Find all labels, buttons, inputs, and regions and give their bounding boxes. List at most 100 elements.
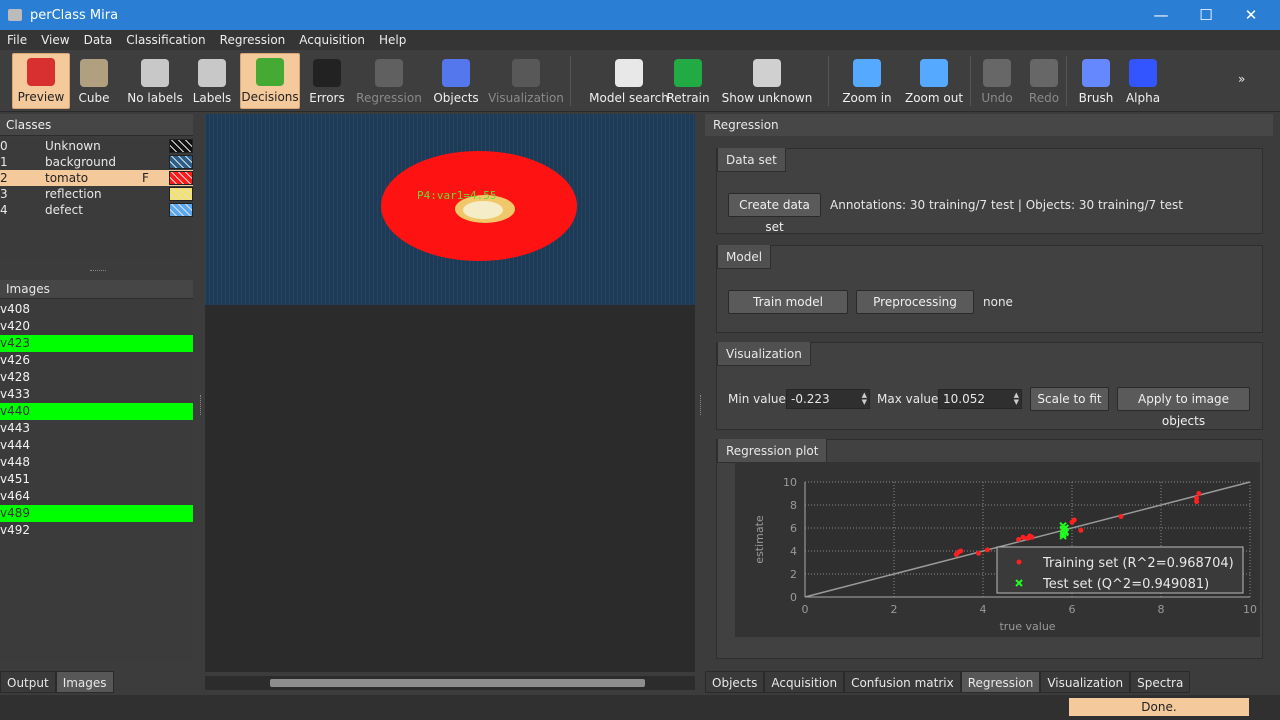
image-list-item[interactable]: v448 <box>0 454 193 471</box>
regression-scatter-chart: 0 2 4 6 8 10 0 2 4 6 8 10 true value estimate Training… <box>753 476 1257 633</box>
class-index: 0 <box>0 139 8 153</box>
menu-classification[interactable]: Classification <box>119 33 212 47</box>
training-set-point <box>1029 534 1035 540</box>
labels-icon <box>198 59 226 87</box>
alpha-tool-button[interactable]: Alpha <box>1122 53 1164 109</box>
y-tick-label: 6 <box>790 522 797 535</box>
training-set-point <box>1118 514 1124 519</box>
class-color-swatch[interactable] <box>169 171 193 185</box>
minimize-button[interactable]: — <box>1138 0 1184 30</box>
image-list-item[interactable]: v426 <box>0 352 193 369</box>
class-row-background[interactable]: 1 background <box>0 154 193 170</box>
min-value-label: Min value <box>728 392 786 406</box>
maximize-button[interactable]: ☐ <box>1183 0 1229 30</box>
max-value-spinbox[interactable]: 10.052 ▲ ▼ <box>938 389 1022 409</box>
regression-tool-button[interactable]: Regression <box>355 53 423 109</box>
tab-acquisition[interactable]: Acquisition <box>764 671 845 693</box>
menu-file[interactable]: File <box>0 33 34 47</box>
y-tick-label: 8 <box>790 499 797 512</box>
class-color-swatch[interactable] <box>169 187 193 201</box>
image-list-item[interactable]: v464 <box>0 488 193 505</box>
menu-acquisition[interactable]: Acquisition <box>292 33 372 47</box>
redo-tool-button[interactable]: Redo <box>1025 53 1063 109</box>
image-list-item[interactable]: v428 <box>0 369 193 386</box>
menu-help[interactable]: Help <box>372 33 413 47</box>
panel-splitter[interactable] <box>90 270 106 273</box>
objects-icon <box>442 59 470 87</box>
preprocessing-button[interactable]: Preprocessing <box>856 290 974 314</box>
tab-spectra[interactable]: Spectra <box>1130 671 1191 693</box>
class-row-tomato[interactable]: 2 tomato F <box>0 170 193 186</box>
errors-tool-button[interactable]: Errors <box>308 53 346 109</box>
class-row-defect[interactable]: 4 defect <box>0 202 193 218</box>
class-color-swatch[interactable] <box>169 203 193 217</box>
y-tick-label: 2 <box>790 568 797 581</box>
status-bar: Done. <box>0 695 1280 720</box>
create-dataset-button[interactable]: Create data set <box>728 193 821 234</box>
brush-tool-button[interactable]: Brush <box>1076 53 1116 109</box>
apply-to-image-objects-button[interactable]: Apply to image objects <box>1117 387 1250 428</box>
decisions-tool-button[interactable]: Decisions <box>240 53 300 109</box>
cube-tool-button[interactable]: Cube <box>76 53 112 109</box>
objects-tool-label: Objects <box>433 91 479 105</box>
scrollbar-thumb[interactable] <box>270 679 645 687</box>
training-set-point <box>1078 527 1084 533</box>
menu-view[interactable]: View <box>34 33 76 47</box>
regression-icon <box>375 59 403 87</box>
menu-data[interactable]: Data <box>77 33 120 47</box>
alpha-icon <box>1129 59 1157 87</box>
zoom-in-tool-button[interactable]: Zoom in <box>842 53 892 109</box>
view-splitter-left[interactable] <box>200 395 203 415</box>
class-color-swatch[interactable] <box>169 139 193 153</box>
min-value-spinbox[interactable]: -0.223 ▲ ▼ <box>786 389 870 409</box>
image-list-item[interactable]: v444 <box>0 437 193 454</box>
image-list-item[interactable]: v420 <box>0 318 193 335</box>
class-row-reflection[interactable]: 3 reflection <box>0 186 193 202</box>
class-name: tomato <box>45 171 89 185</box>
zoom-out-tool-button[interactable]: Zoom out <box>903 53 965 109</box>
redo-tool-label: Redo <box>1028 91 1060 105</box>
train-model-button[interactable]: Train model <box>728 290 848 314</box>
image-view[interactable]: P4:var1=4.55 <box>205 114 695 672</box>
preview-tool-label: Preview <box>17 90 65 104</box>
zoom-in-icon <box>853 59 881 87</box>
tab-output[interactable]: Output <box>0 671 56 693</box>
horizontal-scrollbar[interactable] <box>205 676 695 690</box>
spin-arrows-icon[interactable]: ▲ ▼ <box>862 392 867 406</box>
image-list-item[interactable]: v492 <box>0 522 193 539</box>
x-tick-label: 6 <box>1069 603 1076 616</box>
toolbar-overflow-icon[interactable]: » <box>1238 72 1245 86</box>
regression-plot-area[interactable]: 0 2 4 6 8 10 0 2 4 6 8 10 true value estimate Training… <box>735 462 1260 637</box>
scale-to-fit-button[interactable]: Scale to fit <box>1030 387 1109 411</box>
image-list-item[interactable]: v433 <box>0 386 193 403</box>
image-list-item[interactable]: v423 <box>0 335 193 352</box>
view-splitter-right[interactable] <box>700 395 703 415</box>
preview-tool-button[interactable]: Preview <box>12 53 70 109</box>
tab-regression[interactable]: Regression <box>960 671 1041 693</box>
visualization-tool-button[interactable]: Visualization <box>488 53 564 109</box>
show-unknown-tool-button[interactable]: Show unknown <box>720 53 814 109</box>
image-list-item[interactable]: v408 <box>0 301 193 318</box>
close-button[interactable]: ✕ <box>1228 0 1274 30</box>
class-row-unknown[interactable]: 0 Unknown <box>0 138 193 154</box>
zoom-out-icon <box>920 59 948 87</box>
spin-arrows-icon[interactable]: ▲ ▼ <box>1014 392 1019 406</box>
menu-regression[interactable]: Regression <box>213 33 293 47</box>
class-color-swatch[interactable] <box>169 155 193 169</box>
tab-images[interactable]: Images <box>55 671 114 693</box>
objects-tool-button[interactable]: Objects <box>432 53 480 109</box>
model-search-tool-button[interactable]: Model search <box>578 53 680 109</box>
image-list-item[interactable]: v489 <box>0 505 193 522</box>
tab-objects[interactable]: Objects <box>705 671 765 693</box>
image-list-item[interactable]: v451 <box>0 471 193 488</box>
hyperspectral-image[interactable]: P4:var1=4.55 <box>205 114 695 305</box>
image-list-item[interactable]: v440 <box>0 403 193 420</box>
tab-visualization[interactable]: Visualization <box>1040 671 1131 693</box>
labels-tool-button[interactable]: Labels <box>192 53 232 109</box>
status-message: Done. <box>1069 698 1249 716</box>
undo-tool-button[interactable]: Undo <box>980 53 1014 109</box>
retrain-tool-button[interactable]: Retrain <box>666 53 710 109</box>
tab-confusion-matrix[interactable]: Confusion matrix <box>844 671 961 693</box>
no-labels-tool-button[interactable]: No labels <box>127 53 183 109</box>
image-list-item[interactable]: v443 <box>0 420 193 437</box>
